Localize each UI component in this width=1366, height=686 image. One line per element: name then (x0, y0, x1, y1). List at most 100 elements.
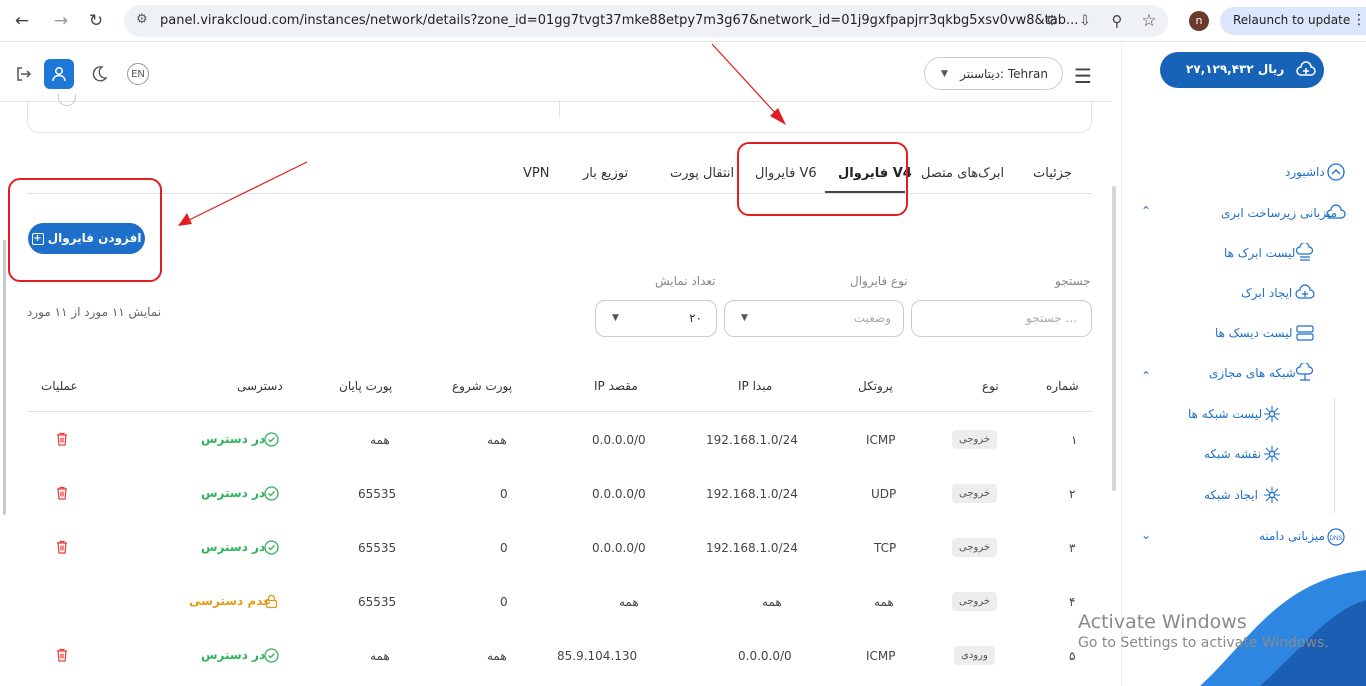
cell-destination-ip: همه (619, 595, 639, 609)
network-map-icon (1264, 446, 1280, 462)
site-settings-icon[interactable]: ⚙ (136, 12, 148, 27)
access-status: در دسترس (201, 486, 266, 500)
user-icon[interactable] (44, 59, 74, 89)
table-row: ۵ ورودی ICMP 0.0.0.0/0 85.9.104.130 همه … (0, 629, 1112, 683)
cell-source-ip: همه (762, 595, 782, 609)
access-status: در دسترس (201, 540, 266, 554)
address-bar[interactable]: ⚙ panel.virakcloud.com/instances/network… (124, 5, 1168, 37)
dark-mode-moon-icon[interactable] (86, 61, 112, 87)
more-menu-icon[interactable]: ⋮ (1352, 12, 1366, 28)
sidebar-item-create-instance[interactable]: ایجاد ابرک (1241, 286, 1292, 300)
results-count: نمایش ۱۱ مورد از ۱۱ مورد (27, 305, 162, 319)
forward-icon[interactable]: → (51, 11, 71, 31)
cell-protocol: UDP (871, 487, 897, 501)
trash-icon[interactable] (55, 540, 69, 554)
sidebar-item-domain-hosting[interactable]: میزبانی دامنه (1259, 529, 1325, 543)
sidebar-item-virtual-networks[interactable]: شبکه های مجازی (1209, 366, 1296, 380)
disk-icon (1296, 325, 1314, 341)
sidebar-item-disk-list[interactable]: لیست دیسک ها (1215, 326, 1293, 340)
page-size-value: ۲۰ (689, 311, 702, 325)
search-label: جستجو (1055, 274, 1091, 288)
activate-windows-subtitle: Go to Settings to activate Windows. (1078, 635, 1329, 651)
back-icon[interactable]: ← (12, 11, 32, 31)
hamburger-menu-icon[interactable]: ☰ (1074, 64, 1092, 88)
balance-button[interactable]: ۲۷,۱۲۹,۴۳۲ ریال (1160, 52, 1324, 88)
cell-source-ip: 192.168.1.0/24 (706, 433, 798, 447)
bookmark-star-icon[interactable]: ☆ (1139, 11, 1159, 31)
search-placeholder: جستجو ... (1026, 311, 1077, 325)
type-badge: خروجی (952, 484, 998, 503)
card-divider (559, 100, 560, 118)
tab-attached-instances[interactable]: ابرک‌های متصل (921, 166, 1004, 181)
access-status: در دسترس (201, 648, 266, 662)
type-badge: خروجی (952, 430, 998, 449)
table-header-divider (27, 411, 1092, 412)
tabs-highlight-box (737, 142, 908, 216)
cell-number: ۱ (1071, 433, 1078, 447)
activate-windows-title: Activate Windows (1078, 611, 1247, 633)
datacenter-select[interactable]: ▼ دیتاسنتر: Tehran (924, 57, 1063, 90)
chevron-down-icon: ▼ (612, 313, 619, 323)
sidebar-item-cloud-hosting[interactable]: میزبانی زیرساخت ابری (1221, 206, 1337, 220)
trash-icon[interactable] (55, 432, 69, 446)
trash-icon[interactable] (55, 648, 69, 662)
cell-destination-ip: 0.0.0.0/0 (592, 541, 646, 555)
browser-toolbar: ← → ↻ ⚙ panel.virakcloud.com/instances/n… (0, 0, 1366, 42)
cell-start-port: همه (487, 649, 507, 663)
add-button-highlight-box (8, 178, 162, 282)
card-indicator (58, 94, 76, 106)
add-credit-icon[interactable] (1292, 56, 1320, 84)
tab-port-forwarding[interactable]: انتقال پورت (670, 166, 734, 181)
check-circle-icon (264, 432, 279, 447)
chevron-up-icon[interactable]: ⌃ (1141, 204, 1151, 218)
check-circle-icon (264, 540, 279, 555)
tab-vpn[interactable]: VPN (523, 166, 549, 181)
cell-protocol: همه (874, 595, 894, 609)
logout-icon[interactable] (10, 61, 36, 87)
reload-icon[interactable]: ↻ (86, 11, 106, 31)
profile-avatar[interactable]: n (1189, 11, 1209, 31)
cell-protocol: ICMP (866, 433, 896, 447)
cell-destination-ip: 85.9.104.130 (557, 649, 638, 663)
install-app-icon[interactable]: ⇩ (1075, 11, 1095, 31)
lock-icon (265, 594, 278, 609)
sidebar-item-dashboard[interactable]: داشبورد (1285, 165, 1325, 179)
page-size-select[interactable]: ▼ ۲۰ (595, 300, 717, 337)
tab-details[interactable]: جزئیات (1033, 166, 1072, 181)
col-actions: عملیات (41, 379, 78, 393)
cloud-icon (1326, 204, 1346, 219)
submenu-line (1334, 398, 1335, 513)
main-scrollbar[interactable] (1112, 186, 1116, 491)
sidebar-item-network-map[interactable]: نقشه شبکه (1204, 447, 1261, 461)
cell-source-ip: 192.168.1.0/24 (706, 541, 798, 555)
firewall-type-select[interactable]: ▼ وضعیت (724, 300, 904, 337)
password-key-icon[interactable]: ⚙ (1042, 11, 1062, 31)
dashboard-icon (1327, 163, 1345, 181)
chevron-up-icon[interactable]: ⌃ (1141, 369, 1151, 383)
trash-icon[interactable] (55, 486, 69, 500)
network-icon (1295, 363, 1314, 381)
chevron-down-icon[interactable]: ⌄ (1141, 528, 1151, 542)
sidebar-item-instance-list[interactable]: لیست ابرک ها (1224, 246, 1295, 260)
sidebar-item-network-list[interactable]: لیست شبکه ها (1188, 407, 1262, 421)
relaunch-button[interactable]: Relaunch to update ⋮ (1220, 7, 1366, 35)
content-scrollbar[interactable] (3, 240, 6, 515)
network-list-icon (1264, 406, 1280, 422)
cell-end-port: 65535 (358, 487, 397, 501)
table-row: ۱ خروجی ICMP 192.168.1.0/24 0.0.0.0/0 هم… (0, 413, 1112, 467)
cell-destination-ip: 0.0.0.0/0 (592, 433, 646, 447)
sidebar-item-create-network[interactable]: ایجاد شبکه (1204, 488, 1258, 502)
cell-number: ۲ (1069, 487, 1076, 501)
zoom-icon[interactable]: ⚲ (1107, 11, 1127, 31)
language-toggle[interactable]: EN (127, 63, 149, 85)
col-destination-ip: IP مقصد (594, 379, 638, 393)
tab-load-balancer[interactable]: توزیع بار (583, 166, 628, 181)
network-add-icon (1264, 487, 1280, 503)
col-type: نوع (982, 379, 999, 393)
balance-value: ۲۷,۱۲۹,۴۳۲ ریال (1186, 62, 1285, 76)
cell-number: ۵ (1069, 649, 1076, 663)
search-input[interactable]: جستجو ... (911, 300, 1092, 337)
page-size-label: تعداد نمایش (655, 274, 716, 288)
dns-icon: DNS (1327, 528, 1345, 546)
table-row: ۴ خروجی همه همه همه 0 65535 عدم دسترسی (0, 575, 1112, 629)
